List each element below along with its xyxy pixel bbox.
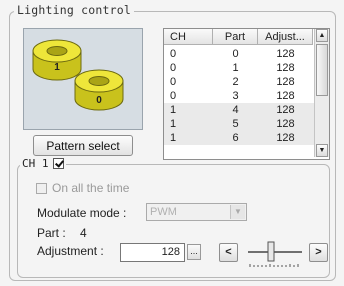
on-all-the-time-option[interactable]: On all the time xyxy=(36,181,129,195)
cell-adjustment: 128 xyxy=(276,118,295,130)
pattern-select-button[interactable]: Pattern select xyxy=(33,135,133,156)
column-header-adjustment[interactable]: Adjust... xyxy=(258,29,313,45)
slider-thumb[interactable] xyxy=(267,241,275,262)
table-row[interactable]: 0 1 128 xyxy=(164,61,314,75)
scroll-up-arrow-icon[interactable]: ▲ xyxy=(316,29,328,42)
slider-ticks xyxy=(249,264,299,267)
column-header-part[interactable]: Part xyxy=(213,29,258,45)
table-row[interactable]: 0 2 128 xyxy=(164,75,314,89)
cell-part: 1 xyxy=(232,62,239,74)
adjustment-keypad-button[interactable]: ... xyxy=(187,244,201,260)
cell-ch: 0 xyxy=(170,62,177,74)
table-row-selected[interactable]: 1 4 128 xyxy=(164,103,314,117)
ring-label-0: 0 xyxy=(96,95,102,106)
cell-ch: 1 xyxy=(170,118,177,130)
modulate-mode-value: PWM xyxy=(150,206,177,218)
cell-adjustment: 128 xyxy=(276,90,295,102)
light-ring-1: 1 xyxy=(32,39,82,81)
on-all-the-time-label: On all the time xyxy=(52,181,130,195)
lighting-pattern-preview: 1 0 xyxy=(23,28,143,130)
cell-ch: 1 xyxy=(170,132,177,144)
on-all-the-time-checkbox[interactable] xyxy=(36,182,47,194)
part-value: 4 xyxy=(80,226,87,240)
table-vertical-scrollbar[interactable]: ▲ ▼ xyxy=(314,29,329,157)
adjustment-increment-button[interactable]: > xyxy=(309,243,328,262)
table-row[interactable]: 0 0 128 xyxy=(164,47,314,61)
cell-part: 0 xyxy=(232,48,239,60)
cell-part: 2 xyxy=(232,76,239,88)
cell-part: 6 xyxy=(232,132,239,144)
ring-label-1: 1 xyxy=(54,62,60,73)
column-header-ch[interactable]: CH xyxy=(164,29,213,45)
cell-ch: 0 xyxy=(170,90,177,102)
table-row[interactable]: 0 3 128 xyxy=(164,89,314,103)
channel-title-text: CH 1 xyxy=(22,157,49,170)
light-ring-0: 0 xyxy=(74,69,124,111)
cell-adjustment: 128 xyxy=(276,104,295,116)
table-row-selected[interactable]: 1 6 128 xyxy=(164,131,314,145)
channel-settings-title: CH 1 xyxy=(20,157,66,170)
modulate-mode-label: Modulate mode : xyxy=(37,206,127,220)
channel-part-table[interactable]: CH Part Adjust... 0 0 128 0 1 128 0 2 12… xyxy=(163,28,330,160)
cell-adjustment: 128 xyxy=(276,76,295,88)
cell-adjustment: 128 xyxy=(276,132,295,144)
cell-adjustment: 128 xyxy=(276,62,295,74)
scroll-down-arrow-icon[interactable]: ▼ xyxy=(316,144,328,157)
table-header: CH Part Adjust... xyxy=(164,29,313,46)
light-rings-illustration: 1 0 xyxy=(32,39,124,111)
dropdown-arrow-icon[interactable]: ▼ xyxy=(230,205,245,219)
table-row-selected[interactable]: 1 5 128 xyxy=(164,117,314,131)
adjustment-label: Adjustment : xyxy=(37,244,104,258)
adjustment-slider[interactable] xyxy=(246,236,306,270)
cell-part: 5 xyxy=(232,118,239,130)
adjustment-input[interactable]: 128 xyxy=(120,243,185,262)
cell-adjustment: 128 xyxy=(276,48,295,60)
adjustment-decrement-button[interactable]: < xyxy=(219,243,238,262)
lighting-control-title: Lighting control xyxy=(14,3,134,17)
cell-part: 4 xyxy=(232,104,239,116)
cell-ch: 1 xyxy=(170,104,177,116)
part-label: Part : xyxy=(37,226,66,240)
cell-part: 3 xyxy=(232,90,239,102)
modulate-mode-select[interactable]: PWM ▼ xyxy=(146,203,247,221)
scrollbar-thumb[interactable] xyxy=(316,44,328,96)
channel-enable-checkbox[interactable] xyxy=(52,158,64,169)
cell-ch: 0 xyxy=(170,76,177,88)
cell-ch: 0 xyxy=(170,48,177,60)
